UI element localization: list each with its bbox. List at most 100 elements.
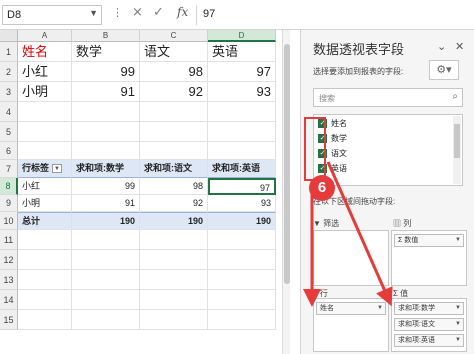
checkbox-checked-icon[interactable]: ✓: [318, 149, 327, 159]
gear-icon[interactable]: ⚙▾: [429, 60, 459, 80]
empty-cell[interactable]: [208, 230, 276, 250]
source-header-chinese[interactable]: 语文: [140, 42, 208, 62]
row-header-6[interactable]: 6: [0, 142, 18, 160]
row-header-12[interactable]: 12: [0, 250, 18, 270]
pivot-cell-chinese[interactable]: 98: [140, 178, 208, 195]
empty-cell[interactable]: [140, 122, 208, 142]
scrollbar-thumb[interactable]: [284, 44, 290, 284]
rows-drop-area[interactable]: 姓名 ▼: [313, 298, 389, 352]
pivot-header-chinese[interactable]: 求和项:语文: [140, 160, 208, 178]
row-header-3[interactable]: 3: [0, 82, 18, 102]
empty-cell[interactable]: [72, 290, 140, 310]
empty-cell[interactable]: [18, 270, 72, 290]
source-cell-chinese[interactable]: 98: [140, 62, 208, 82]
empty-cell[interactable]: [72, 230, 140, 250]
pivot-row-labels-header[interactable]: 行标签 ▼: [18, 160, 72, 178]
checkbox-checked-icon[interactable]: ✓: [318, 164, 327, 174]
chevron-down-icon[interactable]: ▼: [377, 303, 383, 314]
column-header-d[interactable]: D: [208, 30, 276, 42]
rows-chip-name[interactable]: 姓名 ▼: [316, 302, 386, 315]
values-drop-area[interactable]: 求和项:数学 ▼ 求和项:语文 ▼ 求和项:英语 ▼: [391, 298, 467, 352]
empty-cell[interactable]: [140, 230, 208, 250]
formula-input[interactable]: 97: [196, 5, 474, 25]
pivot-total-english[interactable]: 190: [208, 212, 276, 230]
row-header-13[interactable]: 13: [0, 270, 18, 290]
pivot-header-math[interactable]: 求和项:数学: [72, 160, 140, 178]
chevron-down-icon[interactable]: ▼: [455, 335, 461, 346]
vertical-scrollbar[interactable]: [282, 30, 290, 354]
pivot-cell-name[interactable]: 小红: [18, 178, 72, 195]
pivot-header-english[interactable]: 求和项:英语: [208, 160, 276, 178]
filter-drop-area[interactable]: [313, 230, 389, 286]
scrollbar-thumb[interactable]: [454, 124, 460, 158]
source-header-name[interactable]: 姓名: [18, 42, 72, 62]
empty-cell[interactable]: [208, 142, 276, 160]
source-cell-math[interactable]: 99: [72, 62, 140, 82]
row-header-4[interactable]: 4: [0, 102, 18, 122]
source-header-math[interactable]: 数学: [72, 42, 140, 62]
row-header-1[interactable]: 1: [0, 42, 18, 62]
values-chip-english[interactable]: 求和项:英语 ▼: [394, 334, 464, 347]
field-item-name[interactable]: ✓ 姓名: [318, 118, 347, 132]
pivot-cell-english-selected[interactable]: 97: [208, 178, 276, 195]
row-header-14[interactable]: 14: [0, 290, 18, 310]
empty-cell[interactable]: [72, 122, 140, 142]
source-cell-name[interactable]: 小红: [18, 62, 72, 82]
column-header-a[interactable]: A: [18, 30, 72, 42]
empty-cell[interactable]: [72, 310, 140, 330]
empty-cell[interactable]: [208, 122, 276, 142]
empty-cell[interactable]: [208, 270, 276, 290]
row-header-8[interactable]: 8: [0, 178, 18, 195]
enter-icon[interactable]: ✓: [153, 5, 164, 20]
empty-cell[interactable]: [72, 102, 140, 122]
empty-cell[interactable]: [208, 310, 276, 330]
pivot-cell-math[interactable]: 91: [72, 195, 140, 212]
empty-cell[interactable]: [208, 250, 276, 270]
empty-cell[interactable]: [208, 102, 276, 122]
empty-cell[interactable]: [18, 230, 72, 250]
search-input[interactable]: 搜索 ⌕: [313, 88, 463, 107]
name-box[interactable]: D8 ▼: [2, 5, 102, 25]
cancel-icon[interactable]: ×: [132, 5, 143, 20]
pivot-total-math[interactable]: 190: [72, 212, 140, 230]
empty-cell[interactable]: [208, 290, 276, 310]
columns-drop-area[interactable]: Σ 数值 ▼: [391, 230, 467, 286]
row-header-5[interactable]: 5: [0, 122, 18, 142]
column-header-c[interactable]: C: [140, 30, 208, 42]
chevron-down-icon[interactable]: ▼: [455, 235, 461, 246]
column-header-b[interactable]: B: [72, 30, 140, 42]
empty-cell[interactable]: [18, 310, 72, 330]
empty-cell[interactable]: [18, 290, 72, 310]
columns-chip-values[interactable]: Σ 数值 ▼: [394, 234, 464, 247]
field-item-chinese[interactable]: ✓ 语文: [318, 148, 347, 162]
empty-cell[interactable]: [18, 142, 72, 160]
empty-cell[interactable]: [72, 142, 140, 160]
checkbox-checked-icon[interactable]: ✓: [318, 119, 327, 129]
row-header-7[interactable]: 7: [0, 160, 18, 178]
empty-cell[interactable]: [72, 270, 140, 290]
close-icon[interactable]: ✕: [455, 40, 464, 53]
values-chip-chinese[interactable]: 求和项:语文 ▼: [394, 318, 464, 331]
field-item-math[interactable]: ✓ 数学: [318, 133, 347, 147]
chevron-down-icon[interactable]: ▼: [455, 319, 461, 330]
source-header-english[interactable]: 英语: [208, 42, 276, 62]
source-cell-name[interactable]: 小明: [18, 82, 72, 102]
source-cell-math[interactable]: 91: [72, 82, 140, 102]
row-header-11[interactable]: 11: [0, 230, 18, 250]
row-header-9[interactable]: 9: [0, 195, 18, 212]
pivot-cell-name[interactable]: 小明: [18, 195, 72, 212]
empty-cell[interactable]: [140, 142, 208, 160]
empty-cell[interactable]: [140, 270, 208, 290]
empty-cell[interactable]: [140, 250, 208, 270]
checkbox-checked-icon[interactable]: ✓: [318, 134, 327, 144]
source-cell-english[interactable]: 93: [208, 82, 276, 102]
field-list-scrollbar[interactable]: [453, 116, 461, 184]
empty-cell[interactable]: [140, 102, 208, 122]
row-header-15[interactable]: 15: [0, 310, 18, 330]
chevron-down-icon[interactable]: ⌄: [437, 40, 446, 53]
pivot-cell-english[interactable]: 93: [208, 195, 276, 212]
chevron-down-icon[interactable]: ▼: [455, 303, 461, 314]
select-all-corner[interactable]: [0, 30, 18, 42]
empty-cell[interactable]: [18, 122, 72, 142]
pivot-total-chinese[interactable]: 190: [140, 212, 208, 230]
